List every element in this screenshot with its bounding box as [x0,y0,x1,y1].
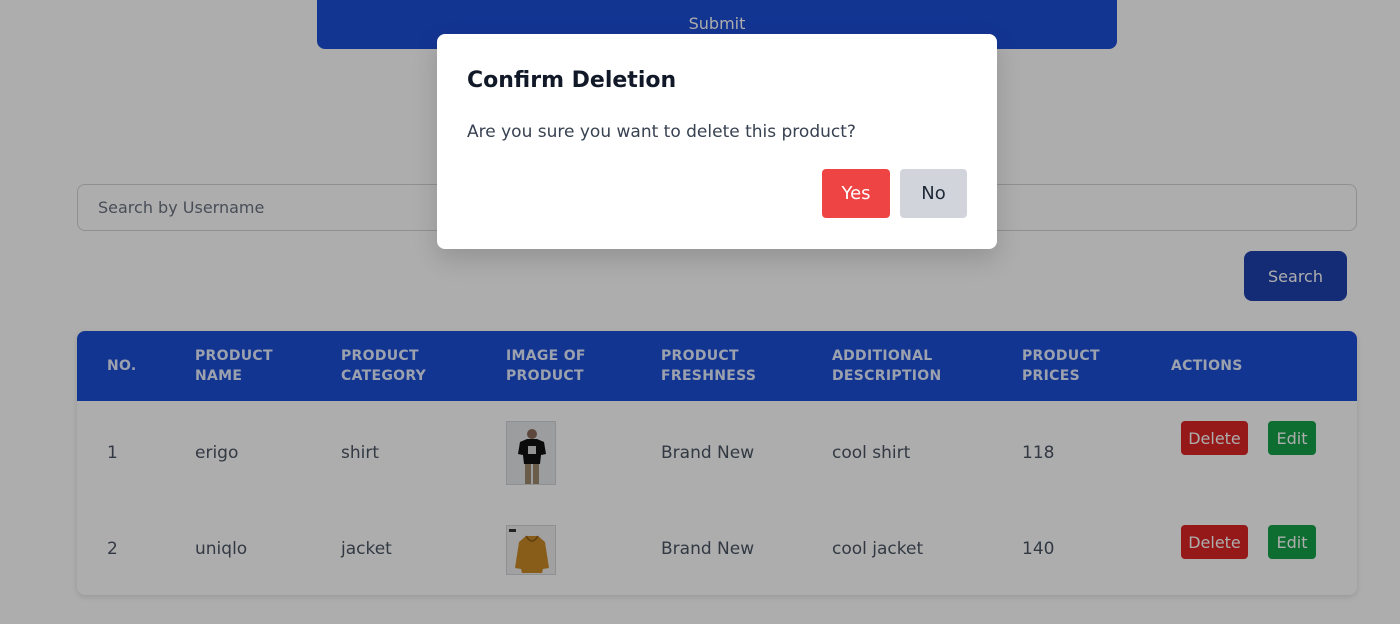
confirm-yes-button[interactable]: Yes [822,169,890,218]
confirm-no-button[interactable]: No [900,169,967,218]
confirm-dialog: Confirm Deletion Are you sure you want t… [437,34,997,249]
dialog-title: Confirm Deletion [467,68,677,93]
dialog-message: Are you sure you want to delete this pro… [467,122,856,142]
page: Submit Search NO. PRODUCT NAME PRODUCT C… [0,0,1400,624]
